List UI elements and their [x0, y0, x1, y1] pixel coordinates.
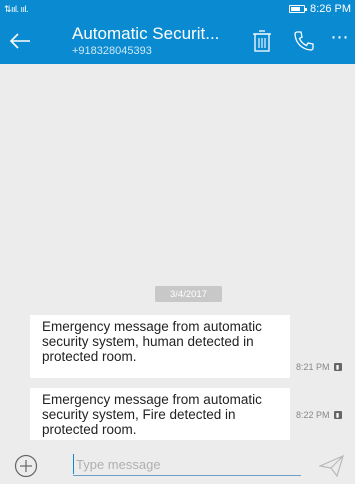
signal-indicator: ⇅ııl. ııl. — [4, 3, 29, 14]
status-time: 8:26 PM — [310, 3, 351, 15]
status-bar: ⇅ııl. ııl. 8:26 PM — [0, 0, 355, 18]
add-circle-icon — [14, 454, 38, 478]
battery-icon — [289, 5, 308, 13]
contact-name: Automatic Securit... — [72, 24, 220, 43]
compose-bar — [0, 448, 355, 484]
arrow-left-icon — [9, 33, 30, 49]
more-button[interactable]: ⋯ — [325, 18, 355, 64]
back-button[interactable] — [0, 18, 40, 64]
contact-header[interactable]: Automatic Securit... +918328045393 — [40, 24, 241, 58]
message-meta: 8:21 PM ▮ — [296, 362, 342, 372]
message-list[interactable]: 3/4/2017 Emergency message from automati… — [0, 64, 355, 444]
app-bar: Automatic Securit... +918328045393 ⋯ — [0, 18, 355, 64]
sim-icon: ▮ — [333, 363, 342, 371]
message-input[interactable] — [73, 454, 301, 474]
message-bubble[interactable]: Emergency message from automatic securit… — [30, 315, 290, 378]
message-time: 8:22 PM — [296, 410, 330, 420]
phone-icon — [294, 31, 314, 51]
sim-icon: ▮ — [333, 411, 342, 419]
send-button[interactable] — [317, 452, 347, 480]
contact-number: +918328045393 — [72, 45, 152, 57]
date-divider: 3/4/2017 — [155, 286, 222, 302]
message-time: 8:21 PM — [296, 362, 330, 372]
message-bubble[interactable]: Emergency message from automatic securit… — [30, 388, 290, 440]
delete-button[interactable] — [241, 18, 283, 64]
call-button[interactable] — [283, 18, 325, 64]
more-icon: ⋯ — [330, 26, 350, 47]
message-meta: 8:22 PM ▮ — [296, 410, 342, 420]
message-input-wrapper — [73, 454, 301, 476]
trash-icon — [253, 30, 271, 52]
add-attachment-button[interactable] — [0, 448, 46, 484]
send-icon — [319, 455, 344, 477]
